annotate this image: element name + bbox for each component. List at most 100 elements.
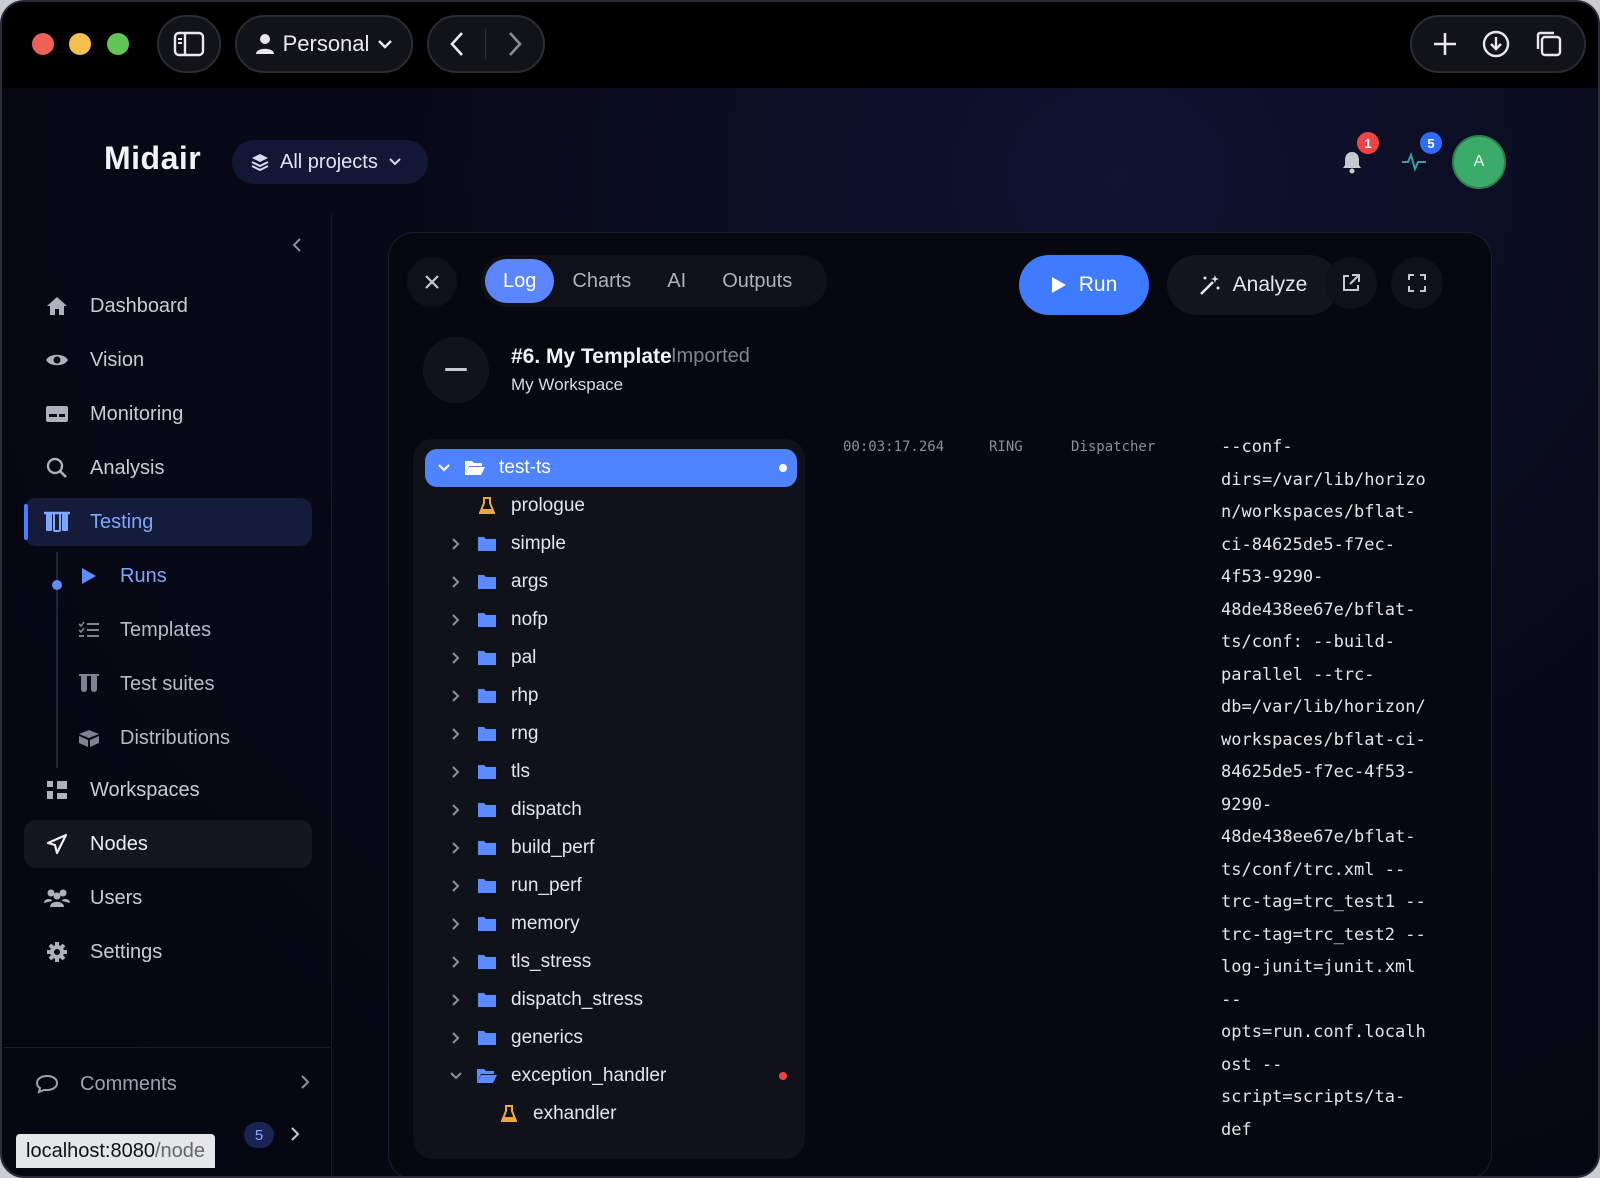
tree-root-test-ts[interactable]: test-ts	[425, 449, 797, 487]
home-icon	[47, 297, 67, 315]
tree-item-simple[interactable]: simple	[447, 525, 797, 563]
layers-icon	[251, 154, 269, 172]
avatar[interactable]: A	[1452, 135, 1506, 189]
sidebar-item-testing[interactable]: Testing	[24, 498, 312, 546]
close-panel-button[interactable]	[407, 257, 457, 307]
analyze-button[interactable]: Analyze	[1167, 255, 1339, 315]
tree-item-label: pal	[511, 647, 537, 668]
sidebar-item-nodes[interactable]: Nodes	[24, 820, 312, 868]
close-window-button[interactable]	[32, 33, 54, 55]
chevron-right-icon	[452, 804, 460, 816]
sidebar-item-label: Nodes	[90, 832, 148, 855]
folder-icon	[478, 537, 496, 551]
tab-ai[interactable]: AI	[649, 259, 704, 303]
profile-switcher[interactable]: Personal	[235, 15, 413, 73]
collapse-sidebar-button[interactable]	[282, 230, 312, 260]
sidebar-item-workspaces[interactable]: Workspaces	[24, 766, 312, 814]
tree-item-exception-handler[interactable]: exception_handler	[447, 1057, 797, 1095]
tree-item-nofp[interactable]: nofp	[447, 601, 797, 639]
chevron-right-icon	[301, 1074, 310, 1089]
comments-button[interactable]: Comments	[34, 1064, 310, 1104]
chevron-right-icon	[452, 538, 460, 550]
tab-outputs[interactable]: Outputs	[704, 259, 810, 303]
tab-charts[interactable]: Charts	[554, 259, 649, 303]
sidebar-item-label: Distributions	[120, 726, 231, 749]
download-icon[interactable]	[1481, 29, 1511, 59]
external-link-icon	[1343, 274, 1360, 291]
log-line: 4f53-9290-	[1221, 567, 1324, 587]
run-status: Imported	[671, 345, 750, 367]
tree-item-pal[interactable]: pal	[447, 639, 797, 677]
users-icon	[44, 889, 70, 907]
projects-label: All projects	[280, 150, 378, 173]
tree-item-label: build_perf	[511, 837, 595, 858]
tree-item-label: memory	[511, 913, 580, 934]
sidebar-item-label: Test suites	[120, 672, 215, 695]
tree-item-generics[interactable]: generics	[447, 1019, 797, 1057]
chevron-down-icon	[389, 158, 401, 166]
sidebar-item-test-suites[interactable]: Test suites	[56, 662, 312, 706]
projects-selector[interactable]: All projects	[232, 140, 428, 184]
folder-icon	[478, 613, 496, 627]
maximize-window-button[interactable]	[107, 33, 129, 55]
log-line: parallel --trc-	[1221, 664, 1375, 685]
tree-item-label: prologue	[511, 495, 585, 516]
sidebar-item-monitoring[interactable]: Monitoring	[24, 390, 312, 438]
tree-item-tls[interactable]: tls	[447, 753, 797, 791]
monitor-icon	[46, 406, 68, 422]
tree-item-run-perf[interactable]: run_perf	[447, 867, 797, 905]
sidebar-item-vision[interactable]: Vision	[24, 336, 312, 384]
tree-item-prologue[interactable]: prologue	[447, 487, 797, 525]
nav-divider	[485, 29, 487, 59]
log-line: log-junit=junit.xml	[1221, 957, 1416, 977]
search-icon	[46, 457, 67, 478]
checklist-icon	[78, 621, 99, 637]
chevron-right-icon	[452, 690, 460, 702]
comment-icon	[36, 1074, 58, 1094]
sidebar-item-users[interactable]: Users	[24, 874, 312, 922]
send-icon	[46, 833, 68, 855]
sidebar-item-analysis[interactable]: Analysis	[24, 444, 312, 492]
forward-arrow-icon[interactable]	[507, 31, 523, 57]
tree-item-dispatch[interactable]: dispatch	[447, 791, 797, 829]
tree-item-rng[interactable]: rng	[447, 715, 797, 753]
tree-item-tls-stress[interactable]: tls_stress	[447, 943, 797, 981]
sidebar-item-templates[interactable]: Templates	[56, 608, 312, 652]
run-button[interactable]: Run	[1019, 255, 1149, 315]
open-external-button[interactable]	[1325, 257, 1377, 309]
sidebar-toggle-button[interactable]	[157, 15, 221, 73]
tree-item-dispatch-stress[interactable]: dispatch_stress	[447, 981, 797, 1019]
tree-item-rhp[interactable]: rhp	[447, 677, 797, 715]
back-arrow-icon[interactable]	[449, 31, 465, 57]
brand-logo[interactable]: Midair	[104, 140, 201, 177]
chevron-down-icon	[450, 1072, 462, 1080]
tree-item-label: exception_handler	[511, 1065, 667, 1086]
fullscreen-button[interactable]	[1391, 257, 1443, 309]
sidebar-item-distributions[interactable]: Distributions	[56, 716, 312, 760]
tree-item-memory[interactable]: memory	[447, 905, 797, 943]
tree-item-build-perf[interactable]: build_perf	[447, 829, 797, 867]
tab-log[interactable]: Log	[485, 259, 555, 303]
bell-icon	[1343, 152, 1361, 174]
history-nav	[427, 15, 545, 73]
plus-icon[interactable]	[1432, 31, 1458, 57]
flask-icon	[44, 511, 70, 532]
sidebar-item-label: Settings	[90, 940, 163, 963]
chevron-right-icon	[452, 994, 460, 1006]
sidebar-item-label: Analysis	[90, 456, 165, 479]
minimize-window-button[interactable]	[69, 33, 91, 55]
tabs-icon[interactable]	[1534, 29, 1564, 59]
sidebar-item-label: Dashboard	[90, 294, 188, 317]
error-indicator-dot	[779, 1072, 787, 1080]
sidebar-item-runs[interactable]: Runs	[56, 554, 312, 598]
tree-item-exhandler[interactable]: exhandler	[469, 1095, 797, 1133]
tree-item-args[interactable]: args	[447, 563, 797, 601]
sidebar-item-settings[interactable]: Settings	[24, 928, 312, 976]
folder-icon	[478, 879, 496, 893]
footer-count-badge: 5	[244, 1122, 274, 1148]
log-line: trc-tag=trc_test1 --	[1221, 892, 1426, 912]
record-status-indicator	[423, 337, 489, 403]
folder-icon	[478, 841, 496, 855]
sidebar-item-label: Vision	[90, 348, 145, 371]
sidebar-item-dashboard[interactable]: Dashboard	[24, 282, 312, 330]
